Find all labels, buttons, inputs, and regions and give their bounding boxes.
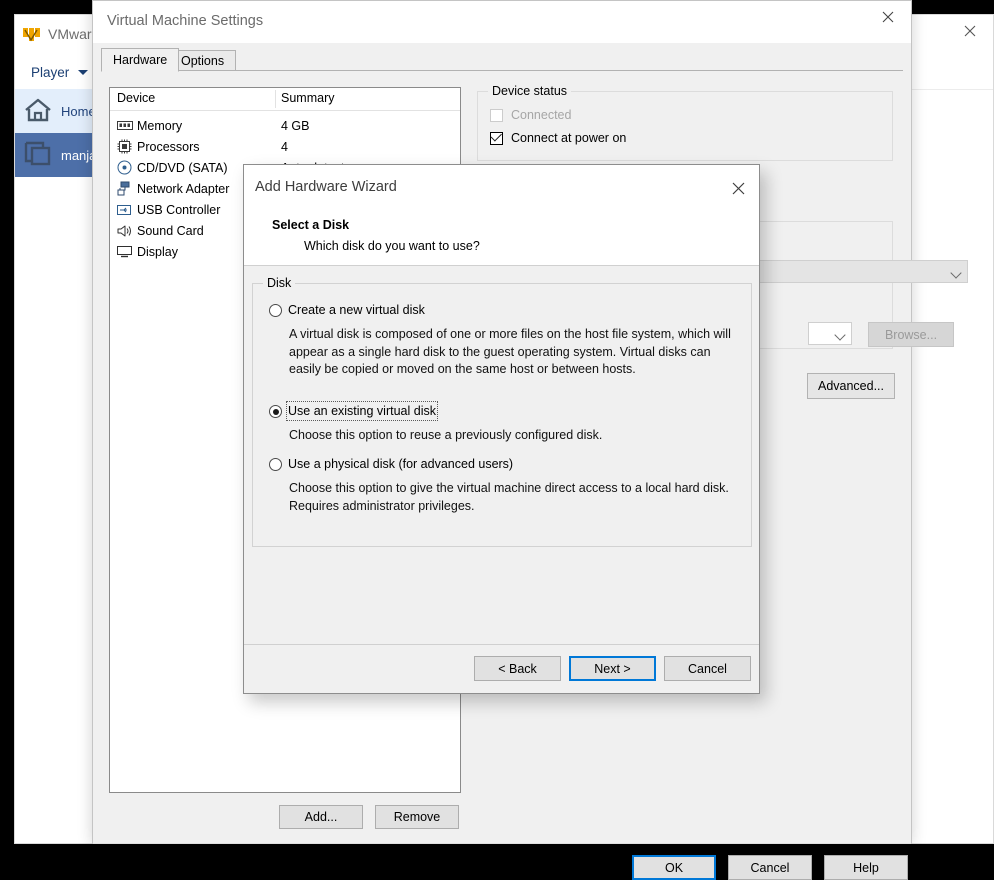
library-item-label: Home	[61, 103, 96, 119]
table-row[interactable]: Processors 4	[110, 136, 460, 157]
connect-at-power-on-checkbox[interactable]	[490, 130, 503, 145]
option-label: Create a new virtual disk	[288, 303, 425, 317]
disc-icon	[116, 160, 133, 175]
table-row[interactable]: Memory 4 GB	[110, 115, 460, 136]
wizard-subheading: Which disk do you want to use?	[304, 239, 480, 253]
chevron-down-icon	[834, 329, 846, 341]
player-menu-label: Player	[31, 64, 70, 80]
settings-titlebar: Virtual Machine Settings	[93, 1, 911, 43]
column-divider	[275, 90, 276, 108]
chevron-down-icon	[950, 267, 962, 279]
option-description: Choose this option to reuse a previously…	[289, 428, 603, 442]
radio-use-physical-disk[interactable]	[269, 458, 282, 471]
connect-at-power-on-row[interactable]: Connect at power on	[490, 130, 627, 145]
settings-close-button[interactable]	[865, 1, 911, 33]
device-name: Processors	[137, 139, 200, 154]
help-button[interactable]: Help	[824, 855, 908, 880]
option-label: Use a physical disk (for advanced users)	[288, 457, 514, 471]
device-summary: 4 GB	[281, 118, 310, 133]
close-icon	[964, 25, 976, 37]
tab-label: Options	[181, 53, 225, 68]
connected-checkbox-row: Connected	[490, 108, 571, 122]
speaker-icon	[116, 223, 133, 238]
connected-label: Connected	[511, 108, 572, 122]
column-header-summary: Summary	[281, 91, 335, 105]
device-name: Sound Card	[137, 223, 204, 238]
cancel-button[interactable]: Cancel	[728, 855, 812, 880]
settings-title: Virtual Machine Settings	[107, 13, 264, 29]
device-name: USB Controller	[137, 202, 221, 217]
disk-options-group: Disk Create a new virtual disk A virtual…	[252, 276, 752, 547]
option-use-physical-disk[interactable]: Use a physical disk (for advanced users)	[269, 456, 513, 472]
tab-label: Hardware	[113, 53, 168, 67]
device-status-group: Device status Connected Connect at power…	[477, 84, 893, 161]
close-icon	[732, 182, 744, 194]
secondary-combobox[interactable]	[808, 322, 852, 345]
option-label: Use an existing virtual disk	[286, 401, 438, 421]
column-header-device: Device	[117, 91, 156, 105]
connect-at-power-on-label: Connect at power on	[511, 131, 627, 145]
group-legend: Disk	[263, 276, 296, 290]
wizard-heading: Select a Disk	[272, 218, 350, 232]
option-description: Choose this option to give the virtual m…	[289, 481, 729, 513]
browse-button[interactable]: Browse...	[868, 322, 954, 347]
wizard-cancel-button[interactable]: Cancel	[664, 656, 751, 681]
group-legend: Device status	[488, 84, 572, 98]
advanced-button[interactable]: Advanced...	[807, 373, 895, 399]
wizard-next-button[interactable]: Next >	[569, 656, 656, 681]
home-icon	[23, 97, 53, 126]
player-menu-button[interactable]: Player	[21, 59, 98, 85]
connected-checkbox	[490, 108, 503, 122]
wizard-body: Disk Create a new virtual disk A virtual…	[244, 266, 759, 644]
add-device-button[interactable]: Add...	[279, 805, 363, 829]
option-use-existing-virtual-disk[interactable]: Use an existing virtual disk	[269, 401, 438, 421]
add-hardware-wizard-dialog: Add Hardware Wizard Select a Disk Which …	[243, 164, 760, 694]
remove-device-button[interactable]: Remove	[375, 805, 459, 829]
wizard-header: Add Hardware Wizard Select a Disk Which …	[244, 165, 759, 266]
network-icon	[116, 181, 133, 196]
radio-use-existing-virtual-disk[interactable]	[269, 405, 282, 418]
option-create-new-virtual-disk[interactable]: Create a new virtual disk	[269, 302, 425, 318]
wizard-back-button[interactable]: < Back	[474, 656, 561, 681]
wizard-footer: < Back Next > Cancel	[244, 644, 759, 693]
option-description: A virtual disk is composed of one or mor…	[289, 327, 731, 376]
vm-icon	[23, 140, 53, 171]
device-name: Network Adapter	[137, 181, 230, 196]
usb-icon	[116, 202, 133, 217]
tab-hardware[interactable]: Hardware	[101, 48, 180, 72]
wizard-close-button[interactable]	[723, 175, 753, 201]
close-icon	[882, 11, 894, 23]
device-name: Memory	[137, 118, 183, 133]
caret-down-icon	[78, 69, 89, 75]
vmware-logo-icon	[21, 24, 43, 46]
cpu-icon	[116, 139, 133, 154]
radio-create-new-virtual-disk[interactable]	[269, 304, 282, 317]
memory-icon	[116, 118, 133, 133]
device-name: CD/DVD (SATA)	[137, 160, 228, 175]
ok-button[interactable]: OK	[632, 855, 716, 880]
wizard-title: Add Hardware Wizard	[255, 179, 397, 195]
device-name: Display	[137, 244, 178, 259]
device-summary: 4	[281, 139, 288, 154]
device-list-header: Device Summary	[110, 88, 460, 111]
display-icon	[116, 244, 133, 259]
player-close-button[interactable]	[947, 15, 993, 47]
